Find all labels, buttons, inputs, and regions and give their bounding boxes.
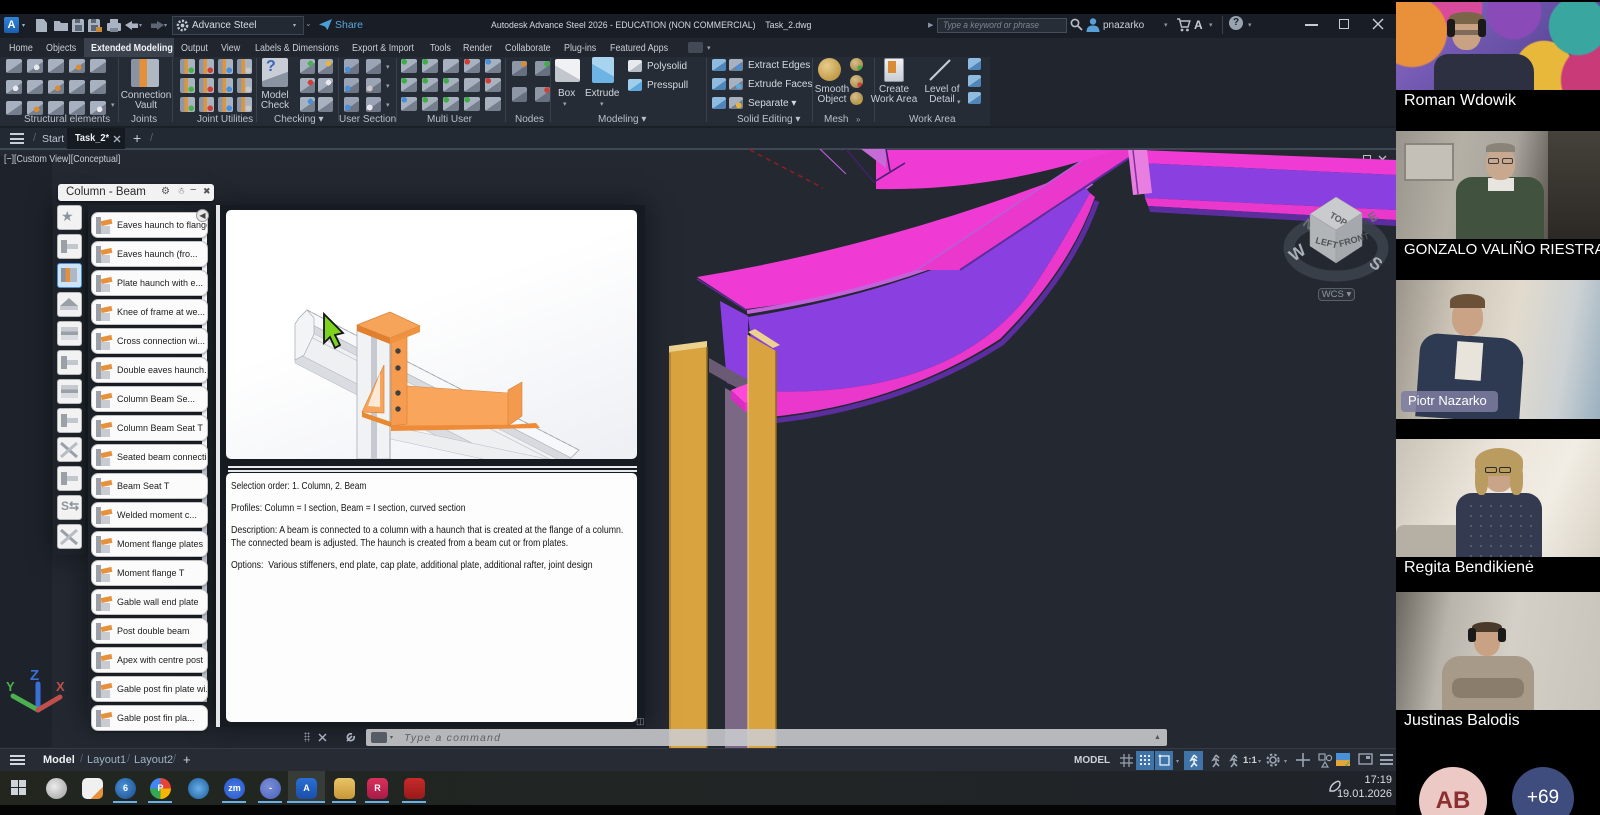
svg-text:Y: Y <box>6 679 15 694</box>
svg-text:Z: Z <box>30 667 39 684</box>
